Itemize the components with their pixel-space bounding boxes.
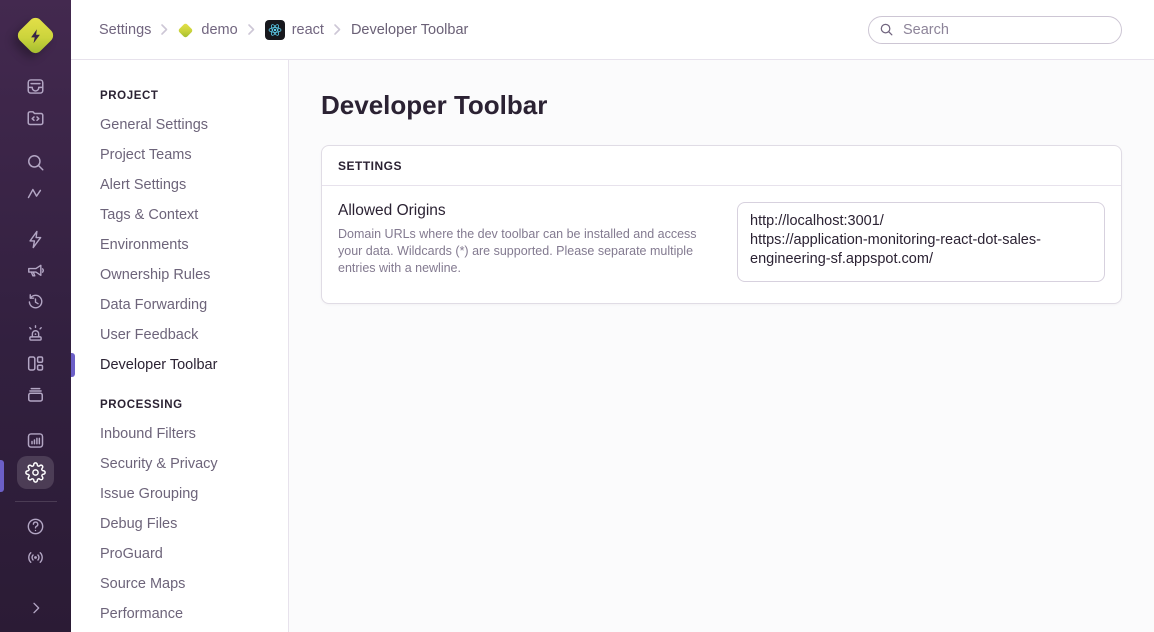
rail-divider [15, 501, 57, 502]
section-title-processing: PROCESSING [100, 399, 288, 411]
breadcrumb: Settings demo [99, 20, 468, 40]
main-column: Settings demo [71, 0, 1154, 632]
main-content: Developer Toolbar SETTINGS Allowed Origi… [289, 60, 1154, 632]
org-logo-diamond-icon [15, 14, 56, 55]
icon-rail [0, 0, 71, 632]
sidebar-item-user-feedback[interactable]: User Feedback [71, 320, 288, 350]
top-bar: Settings demo [71, 0, 1154, 60]
sidebar-item-label: General Settings [100, 117, 208, 133]
sidebar-item-label: Tags & Context [100, 207, 198, 223]
rail-group-3 [17, 224, 55, 410]
org-avatar[interactable] [14, 13, 58, 57]
field-control: http://localhost:3001/ https://applicati… [737, 202, 1105, 287]
sidebar-item-proguard[interactable]: ProGuard [71, 539, 288, 569]
sidebar-item-general-settings[interactable]: General Settings [71, 110, 288, 140]
sidebar-item-label: Alert Settings [100, 177, 186, 193]
breadcrumb-current-label: Developer Toolbar [351, 22, 468, 38]
settings-sidebar: PROJECT General Settings Project Teams A… [71, 60, 289, 632]
sidebar-item-inbound-filters[interactable]: Inbound Filters [71, 419, 288, 449]
section-title-project: PROJECT [100, 90, 288, 102]
sidebar-item-label: Data Forwarding [100, 297, 207, 313]
sidebar-item-debug-files[interactable]: Debug Files [71, 509, 288, 539]
sidebar-item-security-privacy[interactable]: Security & Privacy [71, 449, 288, 479]
allowed-origins-label: Allowed Origins [338, 202, 713, 220]
sidebar-section-project: PROJECT General Settings Project Teams A… [71, 90, 288, 380]
sidebar-item-data-forwarding[interactable]: Data Forwarding [71, 290, 288, 320]
chevron-separator-icon [160, 23, 169, 36]
allowed-origins-description: Domain URLs where the dev toolbar can be… [338, 226, 710, 277]
sidebar-item-label: Inbound Filters [100, 426, 196, 442]
sidebar-item-alert-settings[interactable]: Alert Settings [71, 170, 288, 200]
stats-icon[interactable] [17, 425, 55, 456]
sidebar-item-environments[interactable]: Environments [71, 230, 288, 260]
sidebar-item-developer-toolbar[interactable]: Developer Toolbar [71, 350, 288, 380]
sidebar-section-processing: PROCESSING Inbound Filters Security & Pr… [71, 399, 288, 629]
breadcrumb-settings-label: Settings [99, 22, 151, 38]
siren-icon[interactable] [17, 317, 55, 348]
breadcrumb-project-label: react [292, 22, 324, 38]
lightning-icon[interactable] [17, 224, 55, 255]
explore-search-icon[interactable] [17, 147, 55, 178]
sidebar-item-label: Security & Privacy [100, 456, 218, 472]
sidebar-item-label: Environments [100, 237, 189, 253]
sidebar-item-label: Developer Toolbar [100, 357, 217, 373]
org-mini-logo-icon [178, 23, 194, 39]
sidebar-item-label: Project Teams [100, 147, 192, 163]
breadcrumb-current-page: Developer Toolbar [351, 22, 468, 38]
sidebar-item-label: ProGuard [100, 546, 163, 562]
pulse-icon[interactable] [17, 178, 55, 209]
lightning-bolt-glyph [28, 27, 44, 43]
search-box[interactable] [868, 16, 1122, 44]
breadcrumb-org-label: demo [201, 22, 237, 38]
history-icon[interactable] [17, 286, 55, 317]
settings-gear-icon[interactable] [17, 456, 54, 489]
sidebar-item-performance[interactable]: Performance [71, 599, 288, 629]
field-meta: Allowed Origins Domain URLs where the de… [338, 202, 737, 287]
help-icon[interactable] [17, 511, 55, 542]
search-input[interactable] [901, 21, 1111, 39]
broadcast-icon[interactable] [17, 542, 55, 573]
panel-header: SETTINGS [322, 146, 1121, 186]
sidebar-item-issue-grouping[interactable]: Issue Grouping [71, 479, 288, 509]
search-icon [879, 22, 894, 37]
sidebar-item-ownership-rules[interactable]: Ownership Rules [71, 260, 288, 290]
breadcrumb-project-react[interactable]: react [265, 20, 324, 40]
sidebar-item-label: Issue Grouping [100, 486, 198, 502]
rail-active-indicator [0, 460, 4, 492]
sidebar-item-label: User Feedback [100, 327, 198, 343]
body-row: PROJECT General Settings Project Teams A… [71, 60, 1154, 632]
sidebar-item-label: Performance [100, 606, 183, 622]
issues-icon[interactable] [17, 71, 55, 102]
sidebar-item-label: Ownership Rules [100, 267, 210, 283]
breadcrumb-org-demo[interactable]: demo [178, 22, 237, 38]
sidebar-item-source-maps[interactable]: Source Maps [71, 569, 288, 599]
sidebar-item-label: Source Maps [100, 576, 185, 592]
page-title: Developer Toolbar [321, 90, 1122, 120]
react-logo-icon [265, 20, 285, 40]
sidebar-item-project-teams[interactable]: Project Teams [71, 140, 288, 170]
megaphone-icon[interactable] [17, 255, 55, 286]
chevron-separator-icon [333, 23, 342, 36]
breadcrumb-settings[interactable]: Settings [99, 22, 151, 38]
app-root: Settings demo [0, 0, 1154, 632]
rail-group-1 [17, 71, 55, 133]
chevron-separator-icon [247, 23, 256, 36]
rail-group-4 [17, 425, 55, 489]
chevron-right-icon[interactable] [17, 592, 55, 623]
settings-panel: SETTINGS Allowed Origins Domain URLs whe… [321, 145, 1122, 304]
rail-group-2 [17, 147, 55, 209]
projects-icon[interactable] [17, 102, 55, 133]
dashboards-icon[interactable] [17, 348, 55, 379]
sidebar-item-label: Debug Files [100, 516, 177, 532]
allowed-origins-textarea[interactable]: http://localhost:3001/ https://applicati… [737, 202, 1105, 282]
rail-group-footer [17, 511, 55, 573]
archive-icon[interactable] [17, 379, 55, 410]
sidebar-item-tags-context[interactable]: Tags & Context [71, 200, 288, 230]
panel-body: Allowed Origins Domain URLs where the de… [322, 186, 1121, 303]
